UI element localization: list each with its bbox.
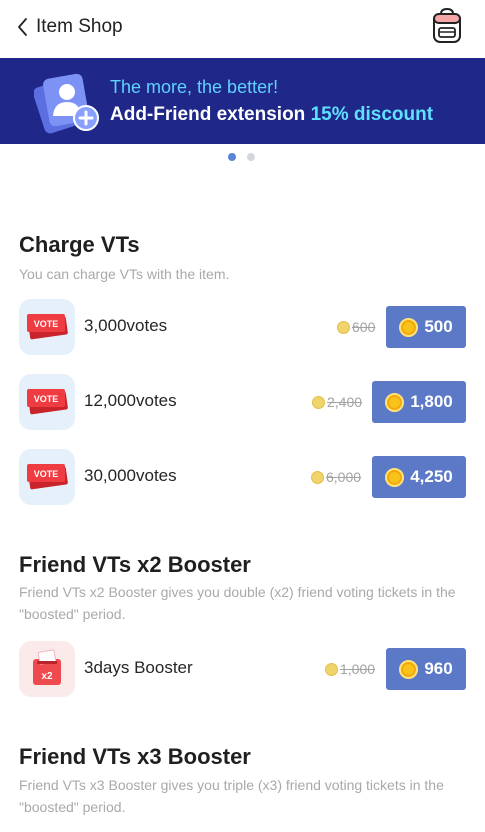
coin-icon <box>385 467 405 487</box>
chevron-left-icon <box>16 12 34 42</box>
section-title-charge-vts: Charge VTs <box>19 232 140 257</box>
item-name: 3days Booster <box>84 658 193 677</box>
buy-price: 960 <box>424 659 453 678</box>
page-title: Item Shop <box>36 16 123 37</box>
original-price: 1,000 <box>325 661 375 677</box>
original-price-value: 2,400 <box>327 394 363 410</box>
original-price: 6,000 <box>311 469 361 485</box>
carousel-dot-1[interactable] <box>228 153 236 161</box>
add-friend-icon <box>33 68 104 136</box>
buy-price: 1,800 <box>410 392 453 411</box>
section-desc-x3-booster: Friend VTs x3 Booster gives you triple (… <box>19 777 444 815</box>
section-desc-x2-booster: Friend VTs x2 Booster gives you double (… <box>19 584 456 622</box>
coin-icon <box>399 317 419 337</box>
promo-banner[interactable]: The more, the better! Add-Friend extensi… <box>0 58 485 144</box>
original-price-value: 6,000 <box>326 469 362 485</box>
buy-price: 500 <box>424 317 453 336</box>
coin-icon <box>325 662 338 676</box>
original-price-value: 1,000 <box>340 661 376 677</box>
item-name: 30,000votes <box>84 466 177 485</box>
vote-ticket-icon: VOTE <box>19 449 75 505</box>
carousel-indicator <box>228 153 255 161</box>
coin-icon <box>385 392 405 412</box>
vote-badge: VOTE <box>34 394 59 404</box>
banner-discount: 15% discount <box>310 104 434 125</box>
buy-price: 4,250 <box>410 467 453 486</box>
coin-icon <box>312 395 325 409</box>
carousel-dot-2[interactable] <box>247 153 255 161</box>
ballot-box-icon: x2 <box>19 641 75 697</box>
backpack-button[interactable] <box>430 7 464 44</box>
vote-ticket-icon: VOTE <box>19 299 75 355</box>
header: Item Shop <box>0 0 485 58</box>
back-button[interactable]: Item Shop <box>16 12 123 42</box>
buy-button[interactable]: 1,800 <box>372 381 466 423</box>
banner-offer-text: Add-Friend extension <box>110 104 311 125</box>
shop-item-3days-booster: x2 3days Booster 1,000 960 <box>19 641 466 697</box>
section-title-x3-booster: Friend VTs x3 Booster <box>19 744 251 769</box>
backpack-icon <box>430 7 464 48</box>
coin-icon <box>337 320 350 334</box>
buy-button[interactable]: 4,250 <box>372 456 466 498</box>
banner-headline: The more, the better! <box>110 77 279 97</box>
section-title-x2-booster: Friend VTs x2 Booster <box>19 552 251 577</box>
original-price-value: 600 <box>352 319 376 335</box>
banner-offer: Add-Friend extension 15% discount <box>110 104 433 126</box>
shop-item-3000-votes: VOTE 3,000votes 600 500 <box>19 299 466 355</box>
buy-button[interactable]: 960 <box>386 648 466 690</box>
section-desc-charge-vts: You can charge VTs with the item. <box>19 266 230 282</box>
vote-badge: VOTE <box>34 469 59 479</box>
coin-icon <box>399 659 419 679</box>
shop-item-30000-votes: VOTE 30,000votes 6,000 4,250 <box>19 449 466 505</box>
item-name: 12,000votes <box>84 391 177 410</box>
vote-badge: VOTE <box>34 319 59 329</box>
booster-badge: x2 <box>41 671 53 682</box>
buy-button[interactable]: 500 <box>386 306 466 348</box>
item-name: 3,000votes <box>84 316 168 335</box>
original-price: 2,400 <box>312 394 362 410</box>
vote-ticket-icon: VOTE <box>19 374 75 430</box>
coin-icon <box>311 470 324 484</box>
shop-item-12000-votes: VOTE 12,000votes 2,400 1,800 <box>19 374 466 430</box>
original-price: 600 <box>337 319 375 335</box>
